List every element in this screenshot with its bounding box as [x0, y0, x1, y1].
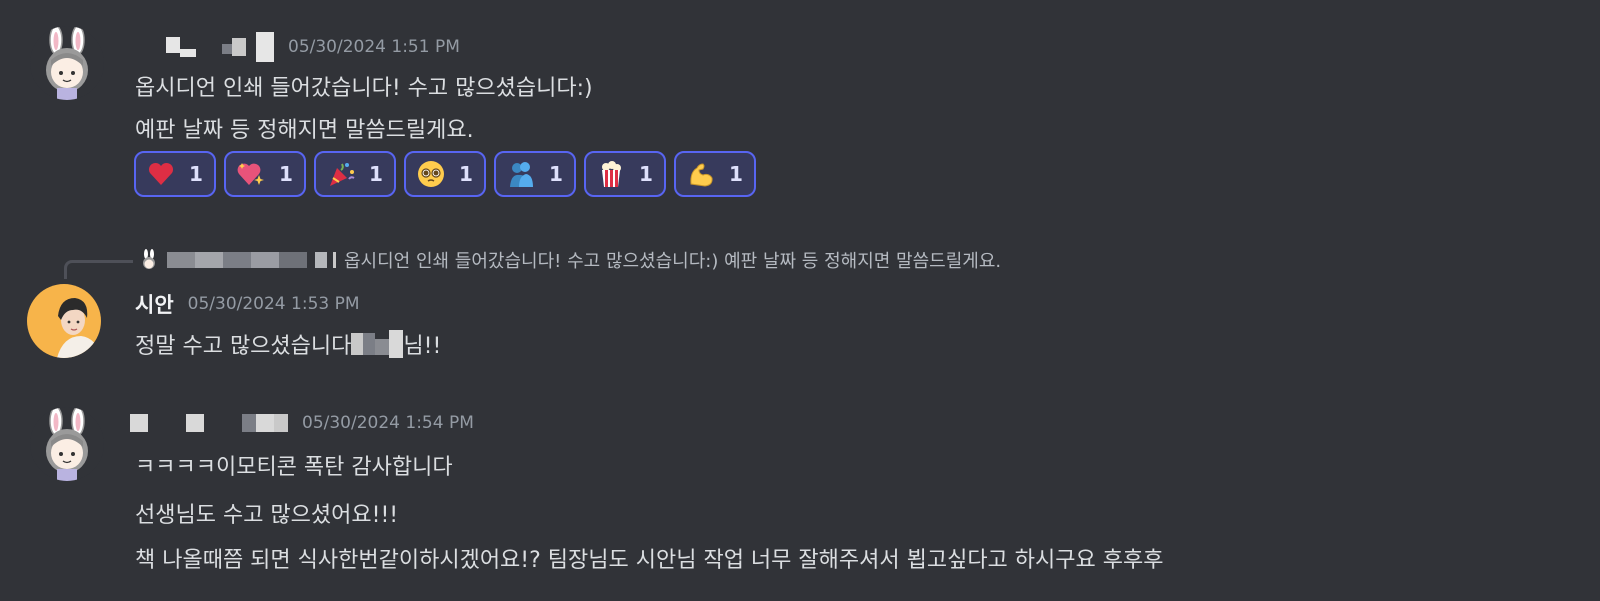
- people-hugging-icon: [507, 160, 535, 188]
- message-text-line: 예판 날짜 등 정해지면 말씀드릴게요.: [135, 118, 474, 143]
- reaction-count: 1: [639, 162, 653, 186]
- reaction-count: 1: [729, 162, 743, 186]
- timestamp: 05/30/2024 1:53 PM: [187, 294, 360, 314]
- heart-icon: [147, 160, 175, 188]
- message-header: 시안 05/30/2024 1:53 PM: [135, 289, 360, 319]
- pleading-face-icon: [417, 160, 445, 188]
- message-header: 05/30/2024 1:54 PM: [130, 413, 474, 433]
- reaction-count: 1: [459, 162, 473, 186]
- message-text-prefix: 정말 수고 많으셨습니다: [135, 334, 352, 359]
- reaction-popcorn[interactable]: 1: [584, 151, 666, 197]
- message-text-suffix: 님!!: [403, 334, 442, 359]
- username-redacted[interactable]: [130, 414, 288, 432]
- reaction-heart[interactable]: 1: [134, 151, 216, 197]
- message-text-line: 옵시디언 인쇄 들어갔습니다! 수고 많으셨습니다:): [135, 76, 593, 101]
- reaction-count: 1: [369, 162, 383, 186]
- message-text-line: ㅋㅋㅋㅋ이모티콘 폭탄 감사합니다: [135, 455, 453, 480]
- message-2: 시안 05/30/2024 1:53 PM 정말 수고 많으셨습니다 님!!: [0, 270, 1600, 370]
- reaction-party-popper[interactable]: 1: [314, 151, 396, 197]
- reactions-bar: 1 1 1 1 1 1 1: [134, 151, 756, 197]
- bunny-avatar[interactable]: [30, 407, 104, 481]
- message-3: 05/30/2024 1:54 PM ㅋㅋㅋㅋ이모티콘 폭탄 감사합니다 선생님…: [0, 400, 1600, 600]
- message-text-line: 책 나올때쯤 되면 식사한번같이하시겠어요!? 팀장님도 시안님 작업 너무 잘…: [135, 548, 1164, 573]
- reaction-count: 1: [549, 162, 563, 186]
- bunny-mini-avatar: [139, 249, 159, 271]
- message-header: 05/30/2024 1:51 PM: [135, 32, 460, 62]
- timestamp: 05/30/2024 1:51 PM: [288, 37, 460, 57]
- reaction-pleading-face[interactable]: 1: [404, 151, 486, 197]
- message-text-line: 선생님도 수고 많으셨어요!!!: [135, 503, 399, 528]
- username[interactable]: 시안: [135, 289, 174, 319]
- mention-redacted: [351, 330, 404, 358]
- timestamp: 05/30/2024 1:54 PM: [302, 413, 474, 433]
- message-text-line: 정말 수고 많으셨습니다 님!!: [135, 328, 441, 360]
- party-popper-icon: [327, 160, 355, 188]
- reaction-people-hugging[interactable]: 1: [494, 151, 576, 197]
- popcorn-icon: [597, 160, 625, 188]
- reaction-count: 1: [189, 162, 203, 186]
- username-redacted[interactable]: [135, 32, 274, 62]
- sian-avatar[interactable]: [27, 284, 101, 358]
- message-1: 05/30/2024 1:51 PM 옵시디언 인쇄 들어갔습니다! 수고 많으…: [0, 0, 1600, 210]
- flexed-biceps-icon: [687, 160, 715, 188]
- sparkling-heart-icon: [237, 160, 265, 188]
- reply-author-redacted: [167, 252, 336, 268]
- reaction-sparkling-heart[interactable]: 1: [224, 151, 306, 197]
- reaction-count: 1: [279, 162, 293, 186]
- reaction-flexed-biceps[interactable]: 1: [674, 151, 756, 197]
- bunny-avatar[interactable]: [30, 26, 104, 100]
